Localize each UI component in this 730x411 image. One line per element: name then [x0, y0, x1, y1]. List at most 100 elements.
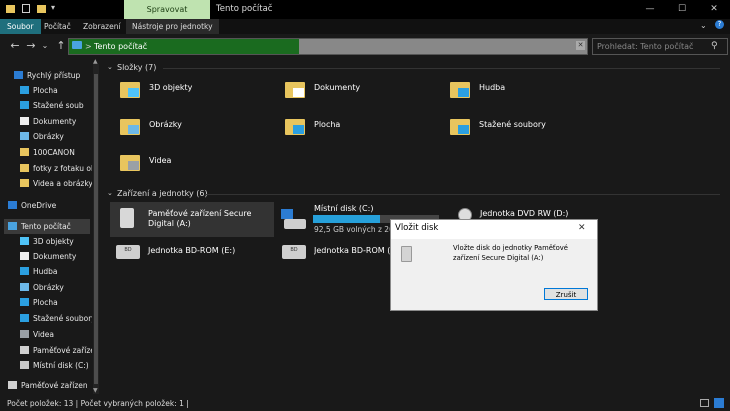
sidebar-item[interactable]: Plocha: [0, 83, 92, 98]
breadcrumb-current[interactable]: Tento počítač: [94, 39, 147, 54]
sidebar-item[interactable]: Paměťové zaříze: [0, 343, 92, 358]
folder-icon: [20, 164, 29, 172]
dialog-close-button[interactable]: ✕: [578, 220, 586, 237]
sd-card-icon: [120, 208, 134, 228]
up-button[interactable]: ↑: [54, 34, 68, 58]
sidebar-item-label: Rychlý přístup: [27, 71, 81, 80]
sidebar-item[interactable]: Paměťové zařízen: [0, 378, 92, 393]
bd-rom-icon: BD: [282, 245, 306, 259]
sidebar-item[interactable]: 100CANON: [0, 145, 92, 160]
large-icons-view-icon[interactable]: [714, 398, 724, 408]
sidebar-item-label: Hudba: [33, 267, 58, 276]
pictures-icon: [20, 132, 29, 140]
sidebar-item-label: Videa: [33, 330, 55, 339]
maximize-button[interactable]: ☐: [666, 0, 698, 19]
sidebar-item-label: Plocha: [33, 86, 58, 95]
sidebar-item[interactable]: Dokumenty: [0, 249, 92, 264]
window-title: Tento počítač: [216, 4, 273, 14]
sidebar-item[interactable]: Dokumenty: [0, 114, 92, 129]
quick-access-dropdown-icon[interactable]: ▾: [51, 3, 55, 12]
drive-c-label[interactable]: Místní disk (C:): [314, 204, 373, 214]
folder-label[interactable]: Dokumenty: [314, 83, 360, 93]
properties-icon[interactable]: [22, 4, 30, 13]
document-icon: [20, 117, 29, 125]
sidebar-item-label: Místní disk (C:): [33, 361, 89, 370]
music-icon: [20, 267, 29, 275]
folder-label[interactable]: Hudba: [479, 83, 505, 93]
details-view-icon[interactable]: [700, 399, 709, 407]
drive-e-label[interactable]: Jednotka BD-ROM (E:): [148, 246, 235, 256]
sidebar-item-label: Dokumenty: [33, 252, 77, 261]
search-placeholder: Prohledat: Tento počítač: [597, 42, 694, 51]
sidebar-item-label: Stažené soubory: [33, 314, 92, 323]
close-window-button[interactable]: ✕: [698, 0, 730, 19]
drive-f-label[interactable]: Jednotka BD-ROM (F:): [314, 246, 390, 256]
folders-group-header[interactable]: Složky (7): [117, 63, 156, 72]
sidebar-item-label: 100CANON: [33, 148, 75, 157]
sidebar-item[interactable]: Obrázky: [0, 280, 92, 295]
tab-manage[interactable]: Spravovat: [124, 0, 210, 19]
sidebar-item-label: fotky z fotaku ol: [33, 164, 92, 173]
tab-computer[interactable]: Počítač: [38, 19, 77, 34]
search-icon[interactable]: ⚲: [711, 39, 718, 54]
sidebar-item[interactable]: Stažené soub: [0, 98, 92, 113]
download-icon: [20, 101, 29, 109]
folder-label[interactable]: Obrázky: [149, 120, 182, 130]
folder-icon: [20, 148, 29, 156]
sidebar-item[interactable]: Videa: [0, 327, 92, 342]
sidebar-item-label: Videa a obrázky: [33, 179, 92, 188]
folder-label[interactable]: Plocha: [314, 120, 340, 130]
download-icon: [20, 314, 29, 322]
videos-folder-icon: [120, 155, 140, 171]
folder-label[interactable]: 3D objekty: [149, 83, 192, 93]
cancel-button[interactable]: Zrušit: [544, 288, 588, 300]
tab-view[interactable]: Zobrazení: [77, 19, 127, 34]
sidebar-item[interactable]: Plocha: [0, 295, 92, 310]
pictures-icon: [20, 283, 29, 291]
devices-group-header[interactable]: Zařízení a jednotky (6): [117, 189, 208, 198]
forward-button[interactable]: →: [24, 34, 38, 58]
sidebar-item[interactable]: fotky z fotaku ol: [0, 161, 92, 176]
recent-dropdown-icon[interactable]: ⌄: [38, 34, 52, 58]
3d-objects-folder-icon: [120, 82, 140, 98]
collapse-folders-icon[interactable]: ⌄: [107, 63, 113, 71]
sidebar-item[interactable]: Rychlý přístup: [0, 68, 92, 83]
new-folder-icon[interactable]: [37, 5, 46, 13]
sidebar-item[interactable]: Obrázky: [0, 129, 92, 144]
sidebar-item-label: Dokumenty: [33, 117, 77, 126]
documents-folder-icon: [285, 82, 305, 98]
sidebar-item[interactable]: 3D objekty: [0, 234, 92, 249]
sidebar-item[interactable]: Místní disk (C:): [0, 358, 92, 373]
drive-a-label[interactable]: Paměťové zařízení Secure Digital (A:): [148, 209, 272, 229]
music-folder-icon: [450, 82, 470, 98]
clear-icon[interactable]: ✕: [576, 41, 585, 50]
sidebar-item[interactable]: OneDrive: [0, 198, 92, 213]
minimize-button[interactable]: —: [634, 0, 666, 19]
folder-label[interactable]: Videa: [149, 156, 171, 166]
drive-d-label[interactable]: Jednotka DVD RW (D:): [480, 209, 568, 219]
dialog-message: Vložte disk do jednotky Paměťové zařízen…: [453, 244, 568, 262]
sidebar-item[interactable]: Videa a obrázky: [0, 176, 92, 191]
title-bar: [0, 0, 730, 19]
sidebar-item-label: Obrázky: [33, 132, 64, 141]
tab-file[interactable]: Soubor: [0, 19, 41, 34]
downloads-folder-icon: [450, 119, 470, 135]
scroll-up-icon[interactable]: ▲: [93, 58, 98, 65]
sidebar-item-label: Stažené soub: [33, 101, 84, 110]
sidebar-item-label: Plocha: [33, 298, 58, 307]
expand-ribbon-icon[interactable]: ⌄: [700, 21, 707, 30]
computer-icon: [72, 41, 82, 49]
sidebar-item[interactable]: Hudba: [0, 264, 92, 279]
nav-scroll-thumb[interactable]: [94, 74, 98, 384]
sidebar-item[interactable]: Stažené soubory: [0, 311, 92, 326]
sd-card-icon: [401, 246, 412, 262]
folder-label[interactable]: Stažené soubory: [479, 120, 546, 130]
desktop-folder-icon: [285, 119, 305, 135]
scroll-down-icon[interactable]: ▼: [93, 387, 98, 394]
desktop-icon: [20, 298, 29, 306]
sidebar-item[interactable]: Tento počítač: [0, 219, 92, 234]
back-button[interactable]: ←: [8, 34, 22, 58]
collapse-devices-icon[interactable]: ⌄: [107, 189, 113, 197]
tab-drive-tools[interactable]: Nástroje pro jednotky: [126, 19, 219, 34]
help-icon[interactable]: ?: [715, 20, 724, 29]
